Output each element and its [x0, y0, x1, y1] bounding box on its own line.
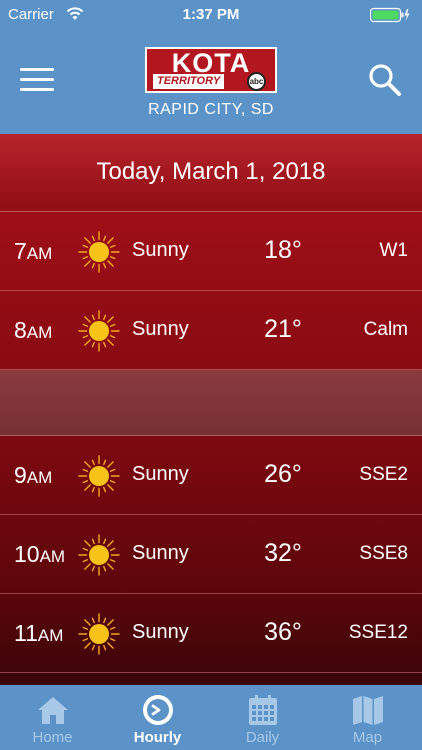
- search-icon[interactable]: [368, 63, 402, 97]
- hourly-row[interactable]: 9AM Sunny 26° SSE2: [0, 436, 422, 515]
- temperature: 26°: [264, 460, 302, 488]
- tab-label: Daily: [245, 729, 280, 746]
- app-header: KOTA TERRITORY abc RAPID CITY, SD: [0, 30, 422, 134]
- home-icon: [38, 697, 68, 724]
- tab-hourly[interactable]: Hourly: [105, 685, 210, 750]
- hour-label: 10AM: [14, 541, 65, 568]
- hour-ampm: AM: [26, 244, 53, 263]
- hourly-row[interactable]: 8AM Sunny 21° Calm: [0, 291, 422, 370]
- status-bar: Carrier 1:37 PM: [0, 0, 422, 30]
- map-icon: [353, 696, 383, 725]
- condition-label: Sunny: [132, 621, 189, 643]
- hour-number: 8: [14, 317, 27, 343]
- hour-number: 7: [14, 238, 27, 264]
- hour-ampm: AM: [26, 323, 53, 342]
- abc-network-badge: abc: [247, 72, 266, 91]
- condition-label: Sunny: [132, 463, 189, 485]
- hour-ampm: AM: [37, 626, 64, 645]
- hour-number: 10: [14, 541, 40, 567]
- wind: SSE12: [348, 622, 408, 643]
- hour-number: 9: [14, 462, 27, 488]
- tab-label: Hourly: [133, 729, 182, 746]
- tab-label: Map: [352, 729, 383, 746]
- hamburger-icon-bar: [20, 78, 54, 81]
- location-label: RAPID CITY, SD: [148, 101, 274, 118]
- tab-daily[interactable]: Daily: [210, 685, 315, 750]
- hamburger-icon: [20, 68, 54, 71]
- temperature: 36°: [264, 618, 302, 646]
- hourly-row[interactable]: 7AM Sunny 18° W1: [0, 212, 422, 291]
- hour-label: 8AM: [14, 317, 52, 344]
- hour-label: 7AM: [14, 238, 52, 265]
- tab-map[interactable]: Map: [315, 685, 420, 750]
- date-heading: Today, March 1, 2018: [96, 158, 326, 185]
- temperature: 32°: [264, 539, 302, 567]
- hourly-row[interactable]: 11AM Sunny 36° SSE12: [0, 594, 422, 673]
- sun-icon: [78, 231, 120, 273]
- condition-label: Sunny: [132, 542, 189, 564]
- condition-label: Sunny: [132, 318, 189, 340]
- wind: Calm: [363, 319, 408, 340]
- status-time: 1:37 PM: [182, 6, 240, 23]
- menu-button[interactable]: [20, 68, 54, 94]
- temperature: 18°: [264, 236, 302, 264]
- date-banner: Today, March 1, 2018: [0, 134, 422, 212]
- wind: SSE8: [359, 543, 408, 564]
- sun-icon: [78, 534, 120, 576]
- sun-icon: [78, 613, 120, 655]
- wind: SSE2: [359, 464, 408, 485]
- clock-icon: [143, 695, 173, 725]
- sun-icon: [78, 455, 120, 497]
- hour-ampm: AM: [26, 468, 53, 487]
- sun-icon: [78, 310, 120, 352]
- ad-placeholder: [0, 370, 422, 436]
- hour-ampm: AM: [39, 547, 66, 566]
- station-logo: KOTA TERRITORY abc: [145, 47, 277, 93]
- logo-subtitle: TERRITORY: [153, 74, 225, 89]
- condition-label: Sunny: [132, 239, 189, 261]
- tab-label: Home: [32, 729, 73, 746]
- battery-icon: [370, 7, 410, 23]
- temperature: 21°: [264, 315, 302, 343]
- calendar-icon: [249, 695, 277, 725]
- hamburger-icon-bar: [20, 88, 54, 91]
- wind: W1: [379, 240, 409, 261]
- tab-bar: Home Hourly Daily Map: [0, 685, 422, 750]
- tab-home[interactable]: Home: [0, 685, 105, 750]
- hourly-row[interactable]: 10AM Sunny 32° SSE8: [0, 515, 422, 594]
- hour-label: 9AM: [14, 462, 52, 489]
- hour-number: 11: [14, 620, 38, 646]
- hour-label: 11AM: [14, 620, 63, 647]
